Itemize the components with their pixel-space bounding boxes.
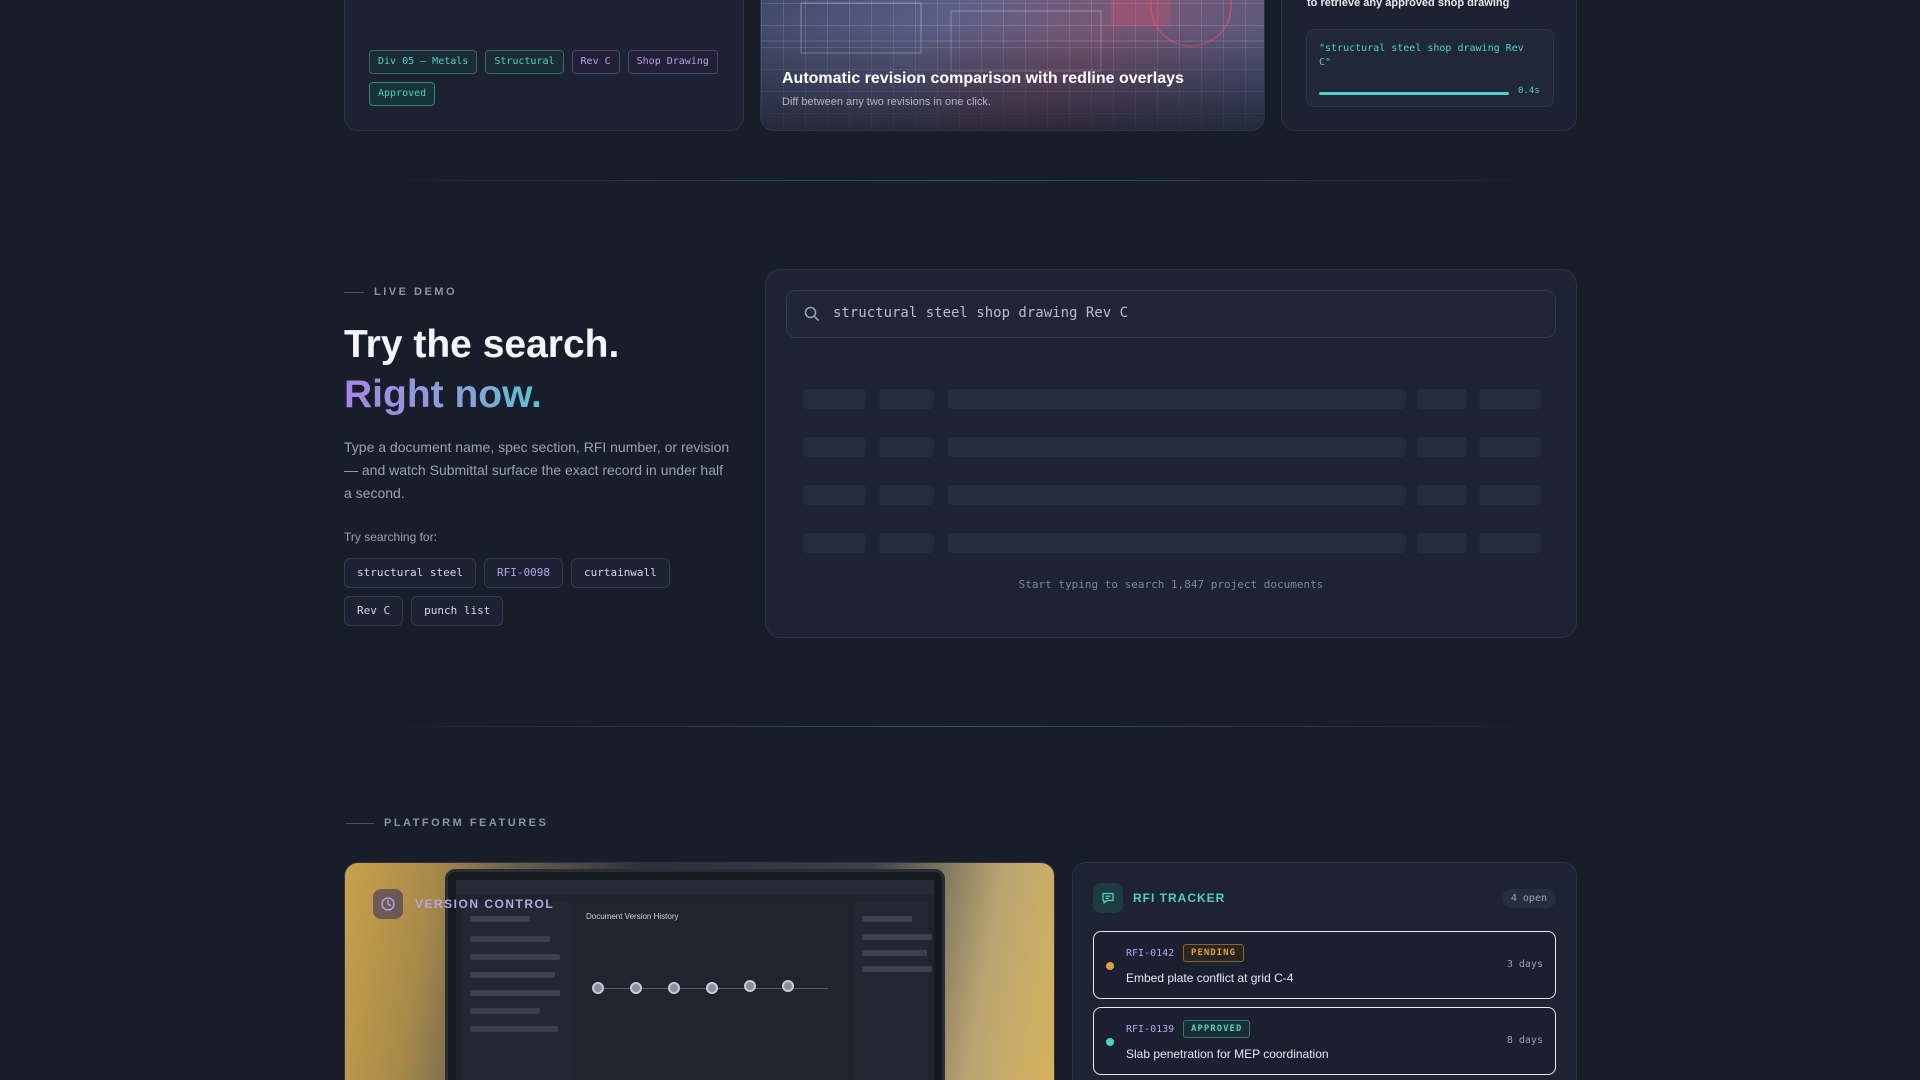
rfi-age: 8 days (1506, 1035, 1543, 1046)
status-badge: PENDING (1183, 944, 1244, 962)
search-hint: Start typing to search 1,847 project doc… (1018, 578, 1324, 591)
tag-list: Div 05 — Metals Structural Rev C Shop Dr… (369, 50, 729, 106)
version-control-card[interactable]: Document Version History VERSION CONTROL (344, 862, 1055, 1080)
status-dot (1106, 1038, 1114, 1046)
revision-comparison-card[interactable]: Automatic revision comparison with redli… (760, 0, 1265, 131)
suggestion-chip[interactable]: punch list (411, 596, 504, 626)
search-input-value: structural steel shop drawing Rev C (833, 305, 1129, 321)
query-progress-bar (1319, 92, 1509, 95)
result-placeholder-row (803, 437, 1541, 457)
section-divider (360, 180, 1560, 181)
query-preview: "structural steel shop drawing Rev C" 0.… (1306, 29, 1554, 107)
document-tags-card: Div 05 — Metals Structural Rev C Shop Dr… (344, 0, 744, 131)
tag-status[interactable]: Approved (369, 82, 436, 106)
status-dot (1106, 962, 1114, 970)
revision-card-title: Automatic revision comparison with redli… (782, 70, 1184, 87)
features-eyebrow-label: PLATFORM FEATURES (384, 817, 549, 829)
query-time: 0.4s (1518, 86, 1540, 96)
rfi-list-item[interactable]: RFI-0139 APPROVED Slab penetration for M… (1093, 1007, 1556, 1075)
section-divider (360, 726, 1560, 727)
chat-bubble-icon (1093, 883, 1123, 913)
tag-doc-type[interactable]: Shop Drawing (627, 50, 718, 74)
try-searching-label: Try searching for: (344, 530, 437, 544)
tag-division[interactable]: Div 05 — Metals (369, 50, 478, 74)
rfi-tracker-title: RFI TRACKER (1133, 891, 1226, 905)
rfi-id: RFI-0142 (1126, 948, 1175, 959)
search-speed-card: to retrieve any approved shop drawing "s… (1281, 0, 1577, 131)
demo-description: Type a document name, spec section, RFI … (344, 439, 730, 501)
result-placeholder-row (803, 533, 1541, 553)
search-speed-heading: to retrieve any approved shop drawing (1307, 0, 1510, 9)
revision-card-subtitle: Diff between any two revisions in one cl… (782, 96, 991, 108)
suggestion-chips: structural steel RFI-0098 curtainwall Re… (344, 558, 704, 626)
rfi-description: Slab penetration for MEP coordination (1126, 1047, 1329, 1061)
live-demo-eyebrow: LIVE DEMO (344, 286, 457, 298)
tag-discipline[interactable]: Structural (485, 50, 564, 74)
demo-headline-accent: Right now. (344, 370, 542, 420)
rfi-list-item[interactable]: RFI-0142 PENDING Embed plate conflict at… (1093, 931, 1556, 999)
suggestion-chip[interactable]: structural steel (344, 558, 476, 588)
search-icon (804, 306, 819, 321)
version-control-label: VERSION CONTROL (373, 889, 554, 919)
features-eyebrow: PLATFORM FEATURES (346, 817, 548, 829)
suggestion-chip[interactable]: Rev C (344, 596, 404, 626)
rfi-age: 3 days (1506, 959, 1543, 970)
clock-icon (373, 889, 403, 919)
rfi-id: RFI-0139 (1126, 1024, 1175, 1035)
version-history-title: Document Version History (586, 912, 679, 921)
status-badge: APPROVED (1183, 1020, 1251, 1038)
demo-headline: Try the search. (344, 323, 620, 366)
suggestion-chip[interactable]: RFI-0098 (483, 558, 563, 588)
rfi-tracker-card: RFI TRACKER 4 open RFI-0142 PENDING Embe… (1072, 862, 1577, 1080)
live-search-panel: structural steel shop drawing Rev C Star… (765, 269, 1577, 638)
version-control-title: VERSION CONTROL (415, 897, 555, 911)
query-preview-text: "structural steel shop drawing Rev C" (1319, 43, 1524, 68)
rfi-open-count: 4 open (1501, 889, 1556, 908)
rfi-description: Embed plate conflict at grid C-4 (1126, 971, 1294, 985)
search-input[interactable]: structural steel shop drawing Rev C (786, 290, 1556, 338)
live-demo-eyebrow-label: LIVE DEMO (374, 286, 458, 298)
tag-revision[interactable]: Rev C (571, 50, 620, 74)
suggestion-chip[interactable]: curtainwall (570, 558, 670, 588)
query-progress-fill (1319, 92, 1509, 95)
result-placeholder-row (803, 485, 1541, 505)
result-placeholder-row (803, 389, 1541, 409)
